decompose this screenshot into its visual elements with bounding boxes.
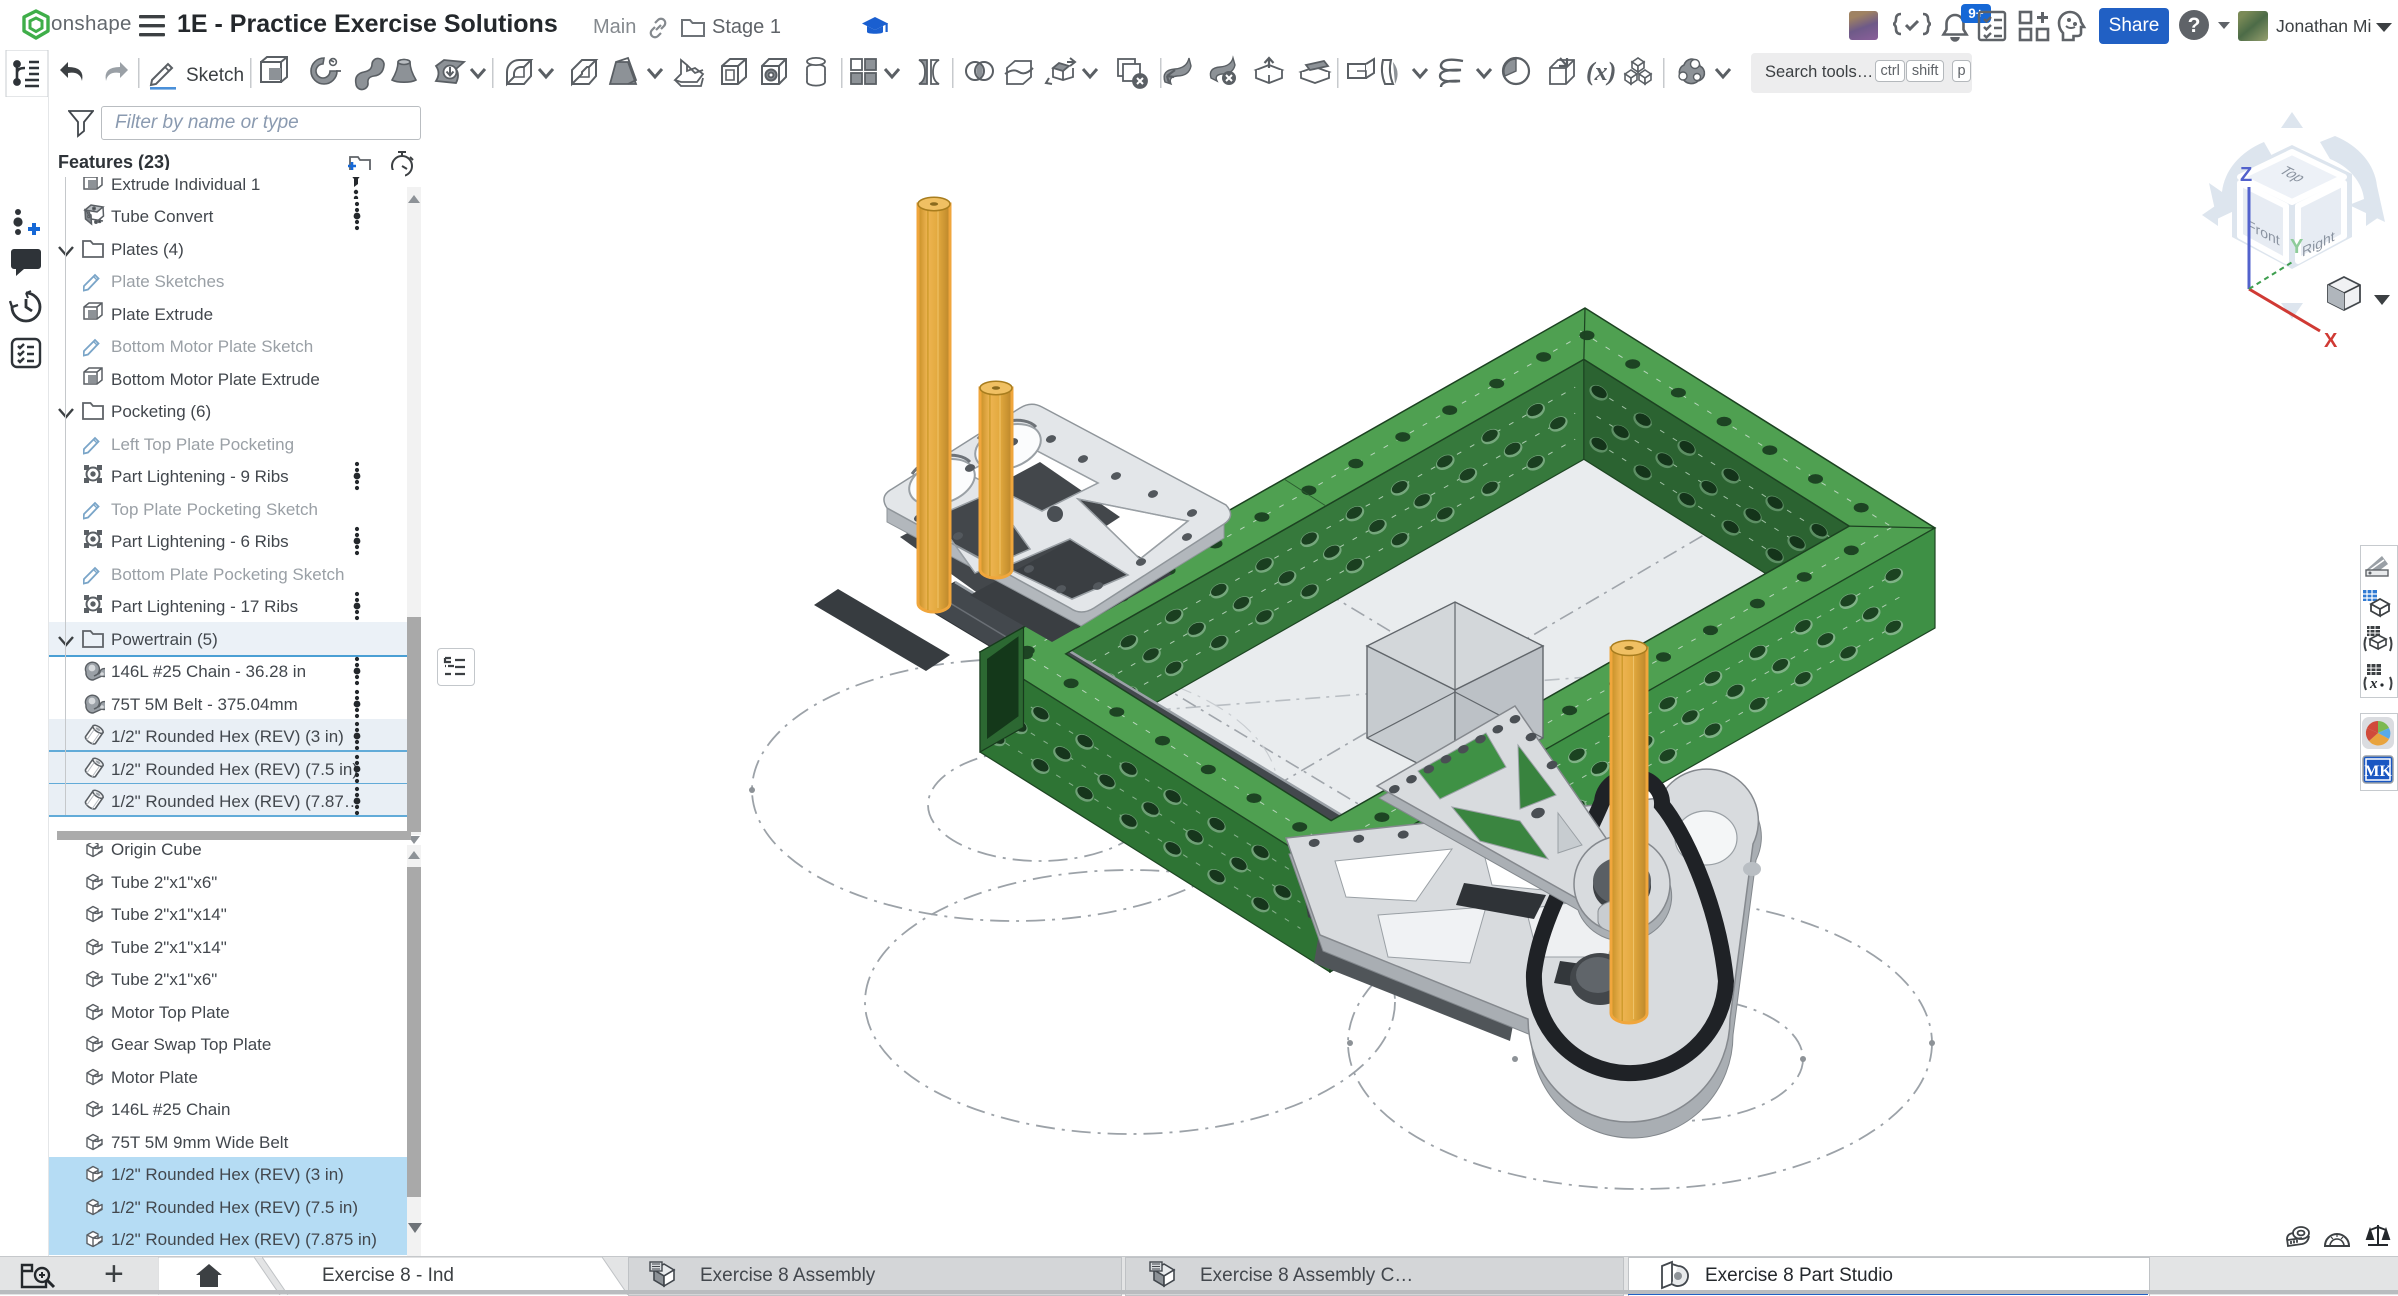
svg-text:x: x bbox=[2369, 676, 2378, 692]
svg-text:X: X bbox=[2324, 330, 2338, 352]
svg-text:Y: Y bbox=[2290, 236, 2304, 258]
svg-text:?: ? bbox=[2188, 14, 2201, 37]
svg-text:Z: Z bbox=[2240, 164, 2252, 186]
svg-text:Sketch: Sketch bbox=[186, 65, 244, 86]
svg-text:MK: MK bbox=[2364, 763, 2392, 780]
svg-text:(x): (x) bbox=[1586, 57, 1616, 86]
